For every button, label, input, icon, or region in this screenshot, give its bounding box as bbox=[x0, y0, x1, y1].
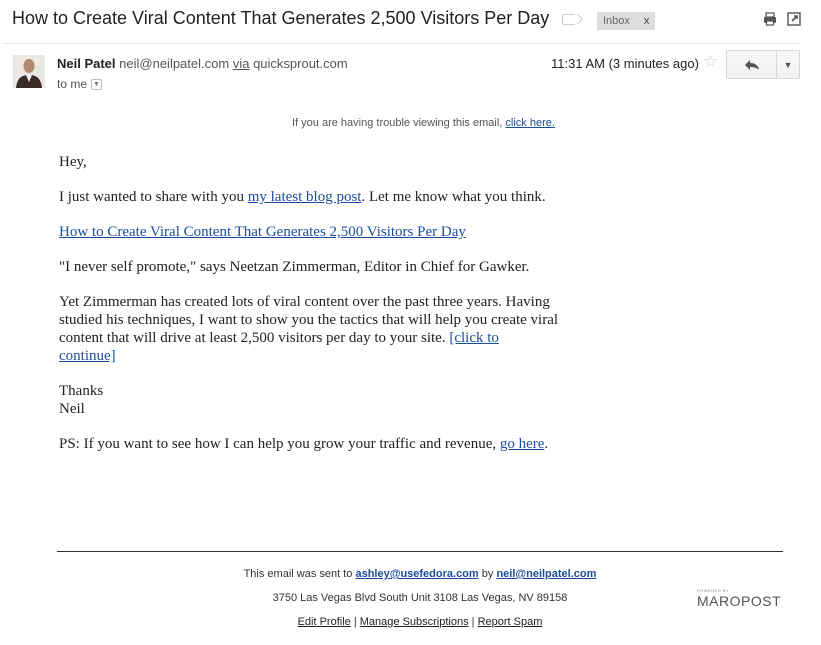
by-word: by bbox=[481, 568, 494, 580]
view-online-link[interactable]: click here. bbox=[505, 117, 555, 129]
maropost-logo: POWERED BY MAROPOST bbox=[697, 588, 781, 609]
footer-separator: | bbox=[353, 616, 357, 628]
go-here-link[interactable]: go here bbox=[500, 436, 545, 452]
footer-separator: | bbox=[471, 616, 475, 628]
article-title-link[interactable]: How to Create Viral Content That Generat… bbox=[59, 224, 466, 240]
inbox-label-text: Inbox bbox=[603, 15, 630, 27]
reply-button-group: ▼ bbox=[726, 50, 800, 79]
star-icon[interactable]: ☆ bbox=[703, 52, 718, 72]
footer-links: Edit Profile | Manage Subscriptions | Re… bbox=[57, 616, 783, 628]
thread-actions bbox=[763, 12, 801, 26]
report-spam-link[interactable]: Report Spam bbox=[478, 616, 543, 628]
reply-icon bbox=[744, 59, 759, 70]
intro-text-end: . Let me know what you think. bbox=[361, 189, 546, 205]
open-new-window-icon[interactable] bbox=[787, 12, 801, 26]
email-subject: How to Create Viral Content That Generat… bbox=[12, 8, 550, 28]
ps-paragraph: PS: If you want to see how I can help yo… bbox=[59, 435, 559, 453]
reply-button[interactable] bbox=[727, 51, 777, 78]
important-marker-icon[interactable] bbox=[562, 14, 575, 25]
footer-divider bbox=[57, 551, 783, 552]
blog-post-link[interactable]: my latest blog post bbox=[248, 189, 362, 205]
chevron-down-icon: ▼ bbox=[783, 59, 793, 70]
maropost-wordmark: MAROPOST bbox=[697, 593, 782, 609]
thanks-text: Thanks bbox=[59, 383, 104, 399]
quote-paragraph: "I never self promote," says Neetzan Zim… bbox=[59, 259, 530, 275]
ps-text-end: . bbox=[544, 436, 549, 452]
ps-text: PS: If you want to see how I can help yo… bbox=[59, 436, 500, 452]
recipient-email-link[interactable]: ashley@usefedora.com bbox=[355, 568, 478, 580]
footer-sent-line: This email was sent to ashley@usefedora.… bbox=[57, 568, 783, 580]
footer-address: 3750 Las Vegas Blvd South Unit 3108 Las … bbox=[272, 592, 568, 604]
inbox-label-badge: Inbox x bbox=[597, 12, 656, 30]
recipient-line: to me ▼ bbox=[57, 77, 103, 91]
sender-avatar[interactable] bbox=[13, 55, 45, 88]
sender-email-link[interactable]: neil@neilpatel.com bbox=[496, 568, 596, 580]
signoff: Thanks Neil bbox=[59, 382, 559, 418]
more-actions-button[interactable]: ▼ bbox=[777, 51, 799, 78]
print-icon[interactable] bbox=[763, 12, 777, 26]
email-body: Hey, I just wanted to share with you my … bbox=[59, 153, 559, 470]
article-title-paragraph: How to Create Viral Content That Generat… bbox=[59, 223, 559, 241]
sender-email: neil@neilpatel.com bbox=[119, 56, 230, 71]
sent-prefix: This email was sent to bbox=[243, 568, 353, 580]
via-link[interactable]: via bbox=[233, 56, 250, 71]
teaser-paragraph: Yet Zimmerman has created lots of viral … bbox=[59, 293, 559, 365]
manage-subscriptions-link[interactable]: Manage Subscriptions bbox=[360, 616, 469, 628]
remove-label-button[interactable]: x bbox=[644, 15, 650, 27]
signature: Neil bbox=[59, 401, 85, 417]
sender-name[interactable]: Neil Patel bbox=[57, 56, 116, 71]
intro-paragraph: I just wanted to share with you my lates… bbox=[59, 188, 559, 206]
show-details-icon[interactable]: ▼ bbox=[91, 78, 103, 90]
edit-profile-link[interactable]: Edit Profile bbox=[298, 616, 351, 628]
intro-text: I just wanted to share with you bbox=[59, 189, 248, 205]
view-online-text: If you are having trouble viewing this e… bbox=[292, 117, 503, 129]
greeting: Hey, bbox=[59, 154, 87, 170]
sender-line: Neil Patel neil@neilpatel.com via quicks… bbox=[57, 56, 348, 71]
via-domain: quicksprout.com bbox=[253, 56, 348, 71]
view-online-notice: If you are having trouble viewing this e… bbox=[292, 117, 555, 129]
message-time: 11:31 AM (3 minutes ago) bbox=[551, 56, 699, 71]
header-divider bbox=[4, 43, 799, 44]
recipient-text: to me bbox=[57, 77, 88, 91]
